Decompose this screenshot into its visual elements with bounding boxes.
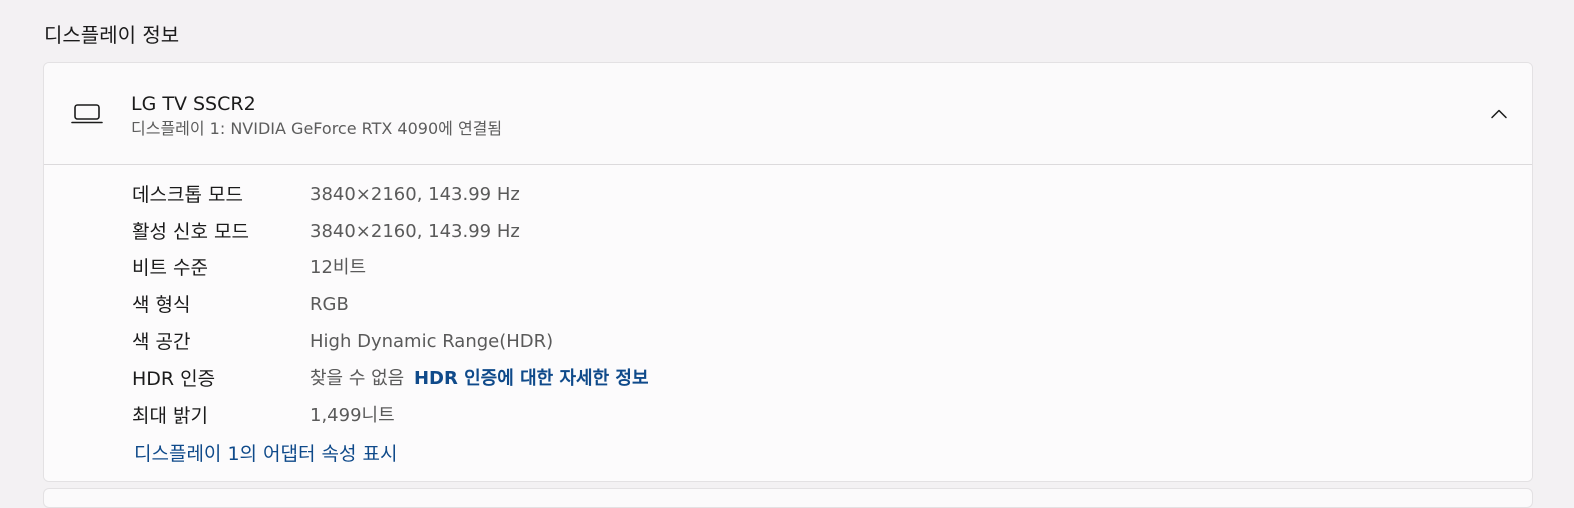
prop-row-color-space: 색 공간 High Dynamic Range(HDR): [132, 327, 932, 357]
prop-row-active-signal-mode: 활성 신호 모드 3840×2160, 143.99 Hz: [132, 217, 932, 247]
prop-row-peak-brightness: 최대 밝기 1,499니트: [132, 401, 932, 431]
hdr-certification-link[interactable]: HDR 인증에 대한 자세한 정보: [414, 368, 649, 389]
prop-label: 색 형식: [132, 294, 191, 316]
chevron-up-icon: [1491, 109, 1507, 119]
display-name: LG TV SSCR2: [131, 93, 256, 115]
prop-label: 색 공간: [132, 331, 191, 353]
display-info-card: LG TV SSCR2 디스플레이 1: NVIDIA GeForce RTX …: [43, 62, 1533, 482]
prop-value: RGB: [310, 294, 349, 315]
prop-label: HDR 인증: [132, 368, 216, 390]
prop-label: 최대 밝기: [132, 405, 208, 427]
display-card-header[interactable]: LG TV SSCR2 디스플레이 1: NVIDIA GeForce RTX …: [44, 63, 1532, 165]
laptop-icon: [71, 104, 103, 124]
prop-row-hdr-certification: HDR 인증 찾을 수 없음 HDR 인증에 대한 자세한 정보: [132, 364, 932, 394]
prop-row-bit-depth: 비트 수준 12비트: [132, 253, 932, 283]
prop-value: 3840×2160, 143.99 Hz: [310, 221, 520, 242]
prop-row-desktop-mode: 데스크톱 모드 3840×2160, 143.99 Hz: [132, 180, 932, 210]
section-title: 디스플레이 정보: [44, 23, 180, 47]
adapter-properties-link[interactable]: 디스플레이 1의 어댑터 속성 표시: [134, 439, 398, 469]
prop-value: High Dynamic Range(HDR): [310, 331, 554, 352]
prop-value: 찾을 수 없음: [310, 368, 405, 389]
prop-value: 12비트: [310, 257, 367, 278]
prop-row-color-format: 색 형식 RGB: [132, 290, 932, 320]
prop-value: 1,499니트: [310, 405, 395, 426]
next-card: [43, 488, 1533, 508]
display-properties: 데스크톱 모드 3840×2160, 143.99 Hz 활성 신호 모드 38…: [44, 165, 1532, 481]
prop-value: 3840×2160, 143.99 Hz: [310, 184, 520, 205]
display-connection-subtitle: 디스플레이 1: NVIDIA GeForce RTX 4090에 연결됨: [131, 119, 503, 138]
prop-label: 비트 수준: [132, 257, 208, 279]
prop-label: 데스크톱 모드: [132, 184, 243, 206]
prop-label: 활성 신호 모드: [132, 221, 249, 243]
prop-value-wrap: 찾을 수 없음 HDR 인증에 대한 자세한 정보: [310, 364, 649, 394]
collapse-button[interactable]: [1478, 93, 1520, 135]
